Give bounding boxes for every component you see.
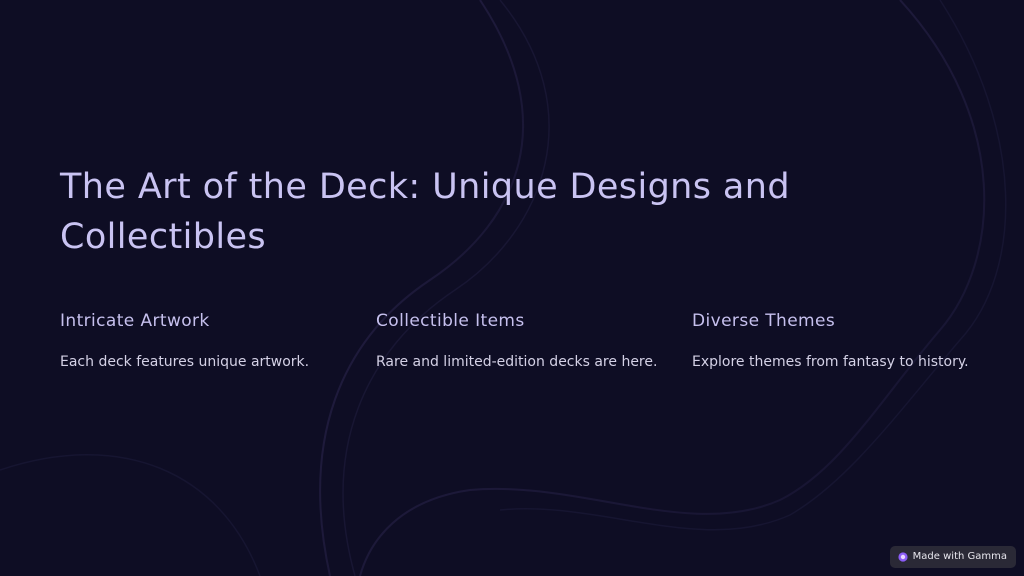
feature-text: Each deck features unique artwork. bbox=[60, 354, 310, 370]
feature-heading: Diverse Themes bbox=[692, 311, 836, 331]
made-with-gamma-badge[interactable]: Made with Gamma bbox=[889, 546, 1016, 568]
slide-content: The Art of the Deck: Unique Designs and … bbox=[60, 162, 980, 372]
badge-label: Made with Gamma bbox=[912, 551, 1007, 562]
gamma-logo-icon bbox=[898, 552, 908, 562]
feature-column-collectibles: Collectible Items Rare and limited-editi… bbox=[376, 309, 692, 372]
feature-heading: Collectible Items bbox=[376, 311, 525, 331]
feature-column-themes: Diverse Themes Explore themes from fanta… bbox=[692, 309, 1008, 372]
feature-text: Rare and limited-edition decks are here. bbox=[376, 354, 658, 370]
feature-heading: Intricate Artwork bbox=[60, 311, 210, 331]
slide-title: The Art of the Deck: Unique Designs and … bbox=[60, 167, 790, 257]
feature-columns: Intricate Artwork Each deck features uni… bbox=[60, 309, 980, 372]
feature-text: Explore themes from fantasy to history. bbox=[692, 354, 969, 370]
feature-column-artwork: Intricate Artwork Each deck features uni… bbox=[60, 309, 376, 372]
